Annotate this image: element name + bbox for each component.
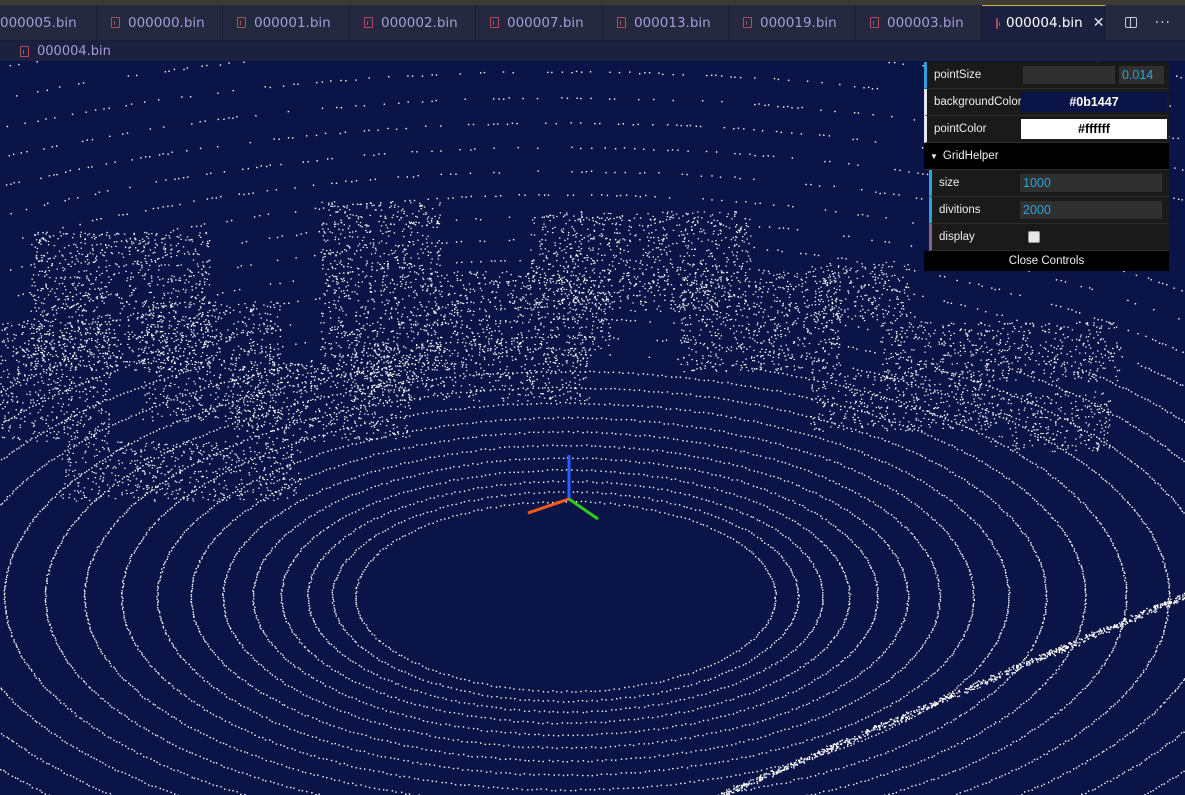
point-size-label: pointSize bbox=[934, 69, 982, 81]
split-editor-icon[interactable] bbox=[1124, 17, 1137, 28]
close-icon[interactable]: ✕ bbox=[1093, 15, 1105, 31]
tab-label: 000004.bin bbox=[1006, 15, 1083, 31]
grid-divitions-label: divitions bbox=[939, 204, 981, 216]
tab-000013[interactable]: 000013.bin bbox=[603, 5, 729, 40]
point-size-control: pointSize 0.014 bbox=[924, 62, 1169, 89]
tab-000005[interactable]: 000005.bin bbox=[0, 5, 97, 40]
tab-000002[interactable]: 000002.bin bbox=[350, 5, 476, 40]
grid-divitions-input[interactable]: 2000 bbox=[1020, 201, 1162, 219]
breadcrumb: 000004.bin bbox=[0, 41, 1185, 61]
point-size-slider[interactable] bbox=[1023, 66, 1115, 84]
controls-panel: pointSize 0.014 backgroundColor #0b1447 … bbox=[924, 62, 1169, 271]
grid-display-label: display bbox=[939, 231, 975, 243]
background-color-label: backgroundColor bbox=[934, 96, 1021, 108]
background-color-input[interactable]: #0b1447 bbox=[1021, 92, 1167, 112]
tab-label: 000003.bin bbox=[887, 14, 964, 31]
binary-file-icon bbox=[870, 17, 879, 28]
close-controls-button[interactable]: Close Controls bbox=[924, 251, 1169, 271]
grid-display-control: display bbox=[929, 224, 1169, 251]
tab-000019[interactable]: 000019.bin bbox=[729, 5, 856, 40]
grid-helper-folder[interactable]: ▼ GridHelper bbox=[924, 143, 1169, 170]
axis-y bbox=[568, 497, 599, 521]
grid-size-label: size bbox=[939, 177, 960, 189]
tab-label: 000000.bin bbox=[128, 14, 205, 31]
binary-file-icon bbox=[364, 17, 373, 28]
point-color-input[interactable]: #ffffff bbox=[1021, 119, 1167, 139]
binary-file-icon bbox=[617, 17, 626, 28]
point-color-label: pointColor bbox=[934, 123, 987, 135]
binary-file-icon bbox=[743, 17, 752, 28]
binary-file-icon bbox=[237, 17, 246, 28]
tab-label: 000013.bin bbox=[634, 14, 711, 31]
grid-size-control: size 1000 bbox=[929, 170, 1169, 197]
tab-label: 000019.bin bbox=[760, 14, 837, 31]
tab-000004[interactable]: 000004.bin ✕ bbox=[982, 5, 1106, 40]
grid-display-checkbox[interactable] bbox=[1028, 231, 1040, 243]
triangle-down-icon: ▼ bbox=[930, 151, 938, 161]
tab-000007[interactable]: 000007.bin bbox=[476, 5, 603, 40]
binary-file-icon bbox=[996, 17, 1000, 29]
tab-000000[interactable]: 000000.bin bbox=[97, 5, 223, 40]
background-color-control: backgroundColor #0b1447 bbox=[924, 89, 1169, 116]
tab-label: 000007.bin bbox=[507, 14, 584, 31]
point-size-input[interactable]: 0.014 bbox=[1119, 66, 1164, 84]
editor-tab-bar: 000005.bin 000000.bin 000001.bin 000002.… bbox=[0, 5, 1185, 41]
tab-label: 000001.bin bbox=[254, 14, 331, 31]
axes-helper bbox=[527, 455, 599, 521]
binary-file-icon bbox=[20, 45, 29, 57]
editor-actions: ··· bbox=[1124, 5, 1185, 40]
binary-file-icon bbox=[490, 17, 499, 28]
binary-file-icon bbox=[111, 17, 120, 28]
point-color-control: pointColor #ffffff bbox=[924, 116, 1169, 143]
grid-divitions-control: divitions 2000 bbox=[929, 197, 1169, 224]
grid-helper-title: GridHelper bbox=[942, 150, 999, 162]
tab-label: 000002.bin bbox=[381, 14, 458, 31]
tab-label: 000005.bin bbox=[0, 14, 77, 31]
more-actions-icon[interactable]: ··· bbox=[1155, 15, 1171, 31]
axis-x bbox=[527, 497, 570, 515]
tab-000003[interactable]: 000003.bin bbox=[856, 5, 982, 40]
grid-size-input[interactable]: 1000 bbox=[1020, 174, 1162, 192]
tab-000001[interactable]: 000001.bin bbox=[223, 5, 350, 40]
breadcrumb-item[interactable]: 000004.bin bbox=[37, 44, 111, 59]
